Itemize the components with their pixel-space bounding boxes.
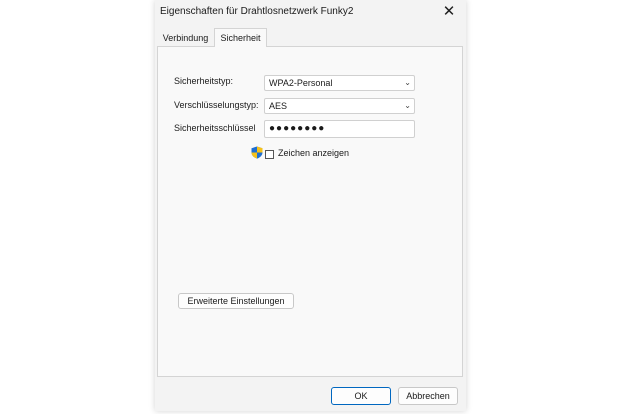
uac-shield-icon	[251, 146, 263, 159]
security-type-value: WPA2-Personal	[269, 78, 333, 88]
title-bar: Eigenschaften für Drahtlosnetzwerk Funky…	[155, 0, 466, 26]
ok-button[interactable]: OK	[331, 387, 391, 405]
show-characters-checkbox[interactable]	[265, 150, 274, 159]
chevron-down-icon: ⌄	[404, 101, 411, 110]
chevron-down-icon: ⌄	[404, 78, 411, 87]
tab-verbindung[interactable]: Verbindung	[158, 30, 213, 46]
encryption-type-value: AES	[269, 101, 288, 111]
cancel-button[interactable]: Abbrechen	[398, 387, 458, 405]
security-panel: Sicherheitstyp: WPA2-Personal ⌄ Verschlü…	[157, 46, 463, 377]
close-icon[interactable]: ✕	[438, 2, 460, 22]
security-key-label: Sicherheitsschlüssel	[174, 123, 256, 133]
encryption-type-select[interactable]: AES ⌄	[264, 98, 415, 114]
wireless-properties-dialog: Eigenschaften für Drahtlosnetzwerk Funky…	[155, 0, 466, 411]
dialog-title: Eigenschaften für Drahtlosnetzwerk Funky…	[160, 6, 354, 17]
advanced-settings-button[interactable]: Erweiterte Einstellungen	[178, 293, 294, 309]
encryption-type-label: Verschlüsselungstyp:	[174, 100, 259, 110]
security-type-label: Sicherheitstyp:	[174, 76, 234, 86]
tab-sicherheit[interactable]: Sicherheit	[214, 28, 267, 47]
security-key-input[interactable]: ●●●●●●●●	[264, 120, 415, 138]
security-type-select[interactable]: WPA2-Personal ⌄	[264, 75, 415, 91]
dialog-footer: OK Abbrechen	[155, 378, 466, 411]
show-characters-label[interactable]: Zeichen anzeigen	[278, 148, 349, 158]
